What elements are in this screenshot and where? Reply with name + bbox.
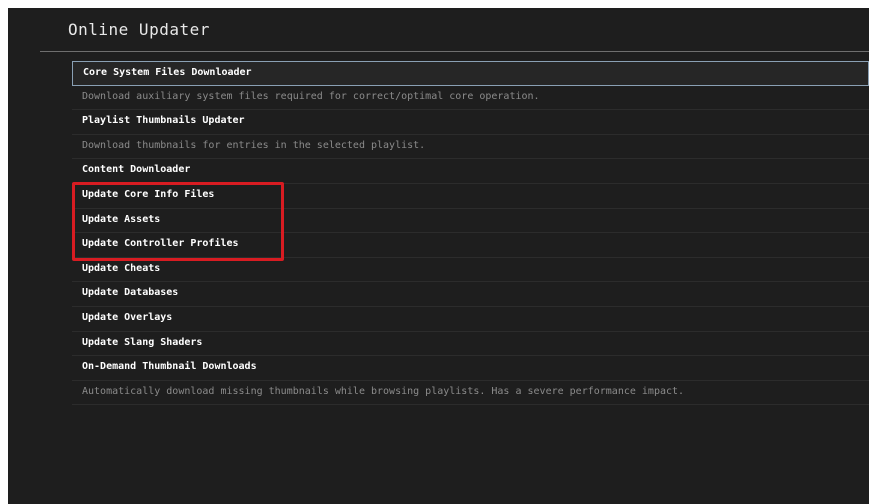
menu-item-content-downloader[interactable]: Content Downloader xyxy=(72,159,869,184)
menu-item-update-cheats[interactable]: Update Cheats xyxy=(72,258,869,283)
menu-item-update-overlays[interactable]: Update Overlays xyxy=(72,307,869,332)
menu-item-label: On-Demand Thumbnail Downloads xyxy=(82,361,257,373)
description-text: Download thumbnails for entries in the s… xyxy=(82,139,426,151)
menu-item-label: Playlist Thumbnails Updater xyxy=(82,115,245,127)
menu-item-description: Download thumbnails for entries in the s… xyxy=(72,135,869,160)
red-highlight-annotation xyxy=(72,182,284,261)
title-divider xyxy=(40,51,869,52)
description-text: Automatically download missing thumbnail… xyxy=(82,385,685,397)
retroarch-screen: Online Updater Core System Files Downloa… xyxy=(8,8,869,504)
menu-item-label: Update Cheats xyxy=(82,262,161,274)
menu-item-description: Automatically download missing thumbnail… xyxy=(72,381,869,406)
menu-item-label: Core System Files Downloader xyxy=(83,67,252,78)
page-title: Online Updater xyxy=(68,20,210,39)
menu-item-description: Download auxiliary system files required… xyxy=(72,86,869,111)
menu-item-core-system-files-downloader[interactable]: Core System Files Downloader xyxy=(72,61,869,86)
menu-item-update-databases[interactable]: Update Databases xyxy=(72,282,869,307)
description-text: Download auxiliary system files required… xyxy=(82,90,540,102)
menu-item-label: Update Databases xyxy=(82,287,179,299)
menu-item-label: Update Overlays xyxy=(82,311,173,323)
menu-item-update-slang-shaders[interactable]: Update Slang Shaders xyxy=(72,332,869,357)
menu-item-playlist-thumbnails-updater[interactable]: Playlist Thumbnails Updater xyxy=(72,110,869,135)
menu-item-on-demand-thumbnail-downloads[interactable]: On-Demand Thumbnail Downloads xyxy=(72,356,869,381)
menu-item-label: Content Downloader xyxy=(82,164,191,176)
menu-item-label: Update Slang Shaders xyxy=(82,336,203,348)
